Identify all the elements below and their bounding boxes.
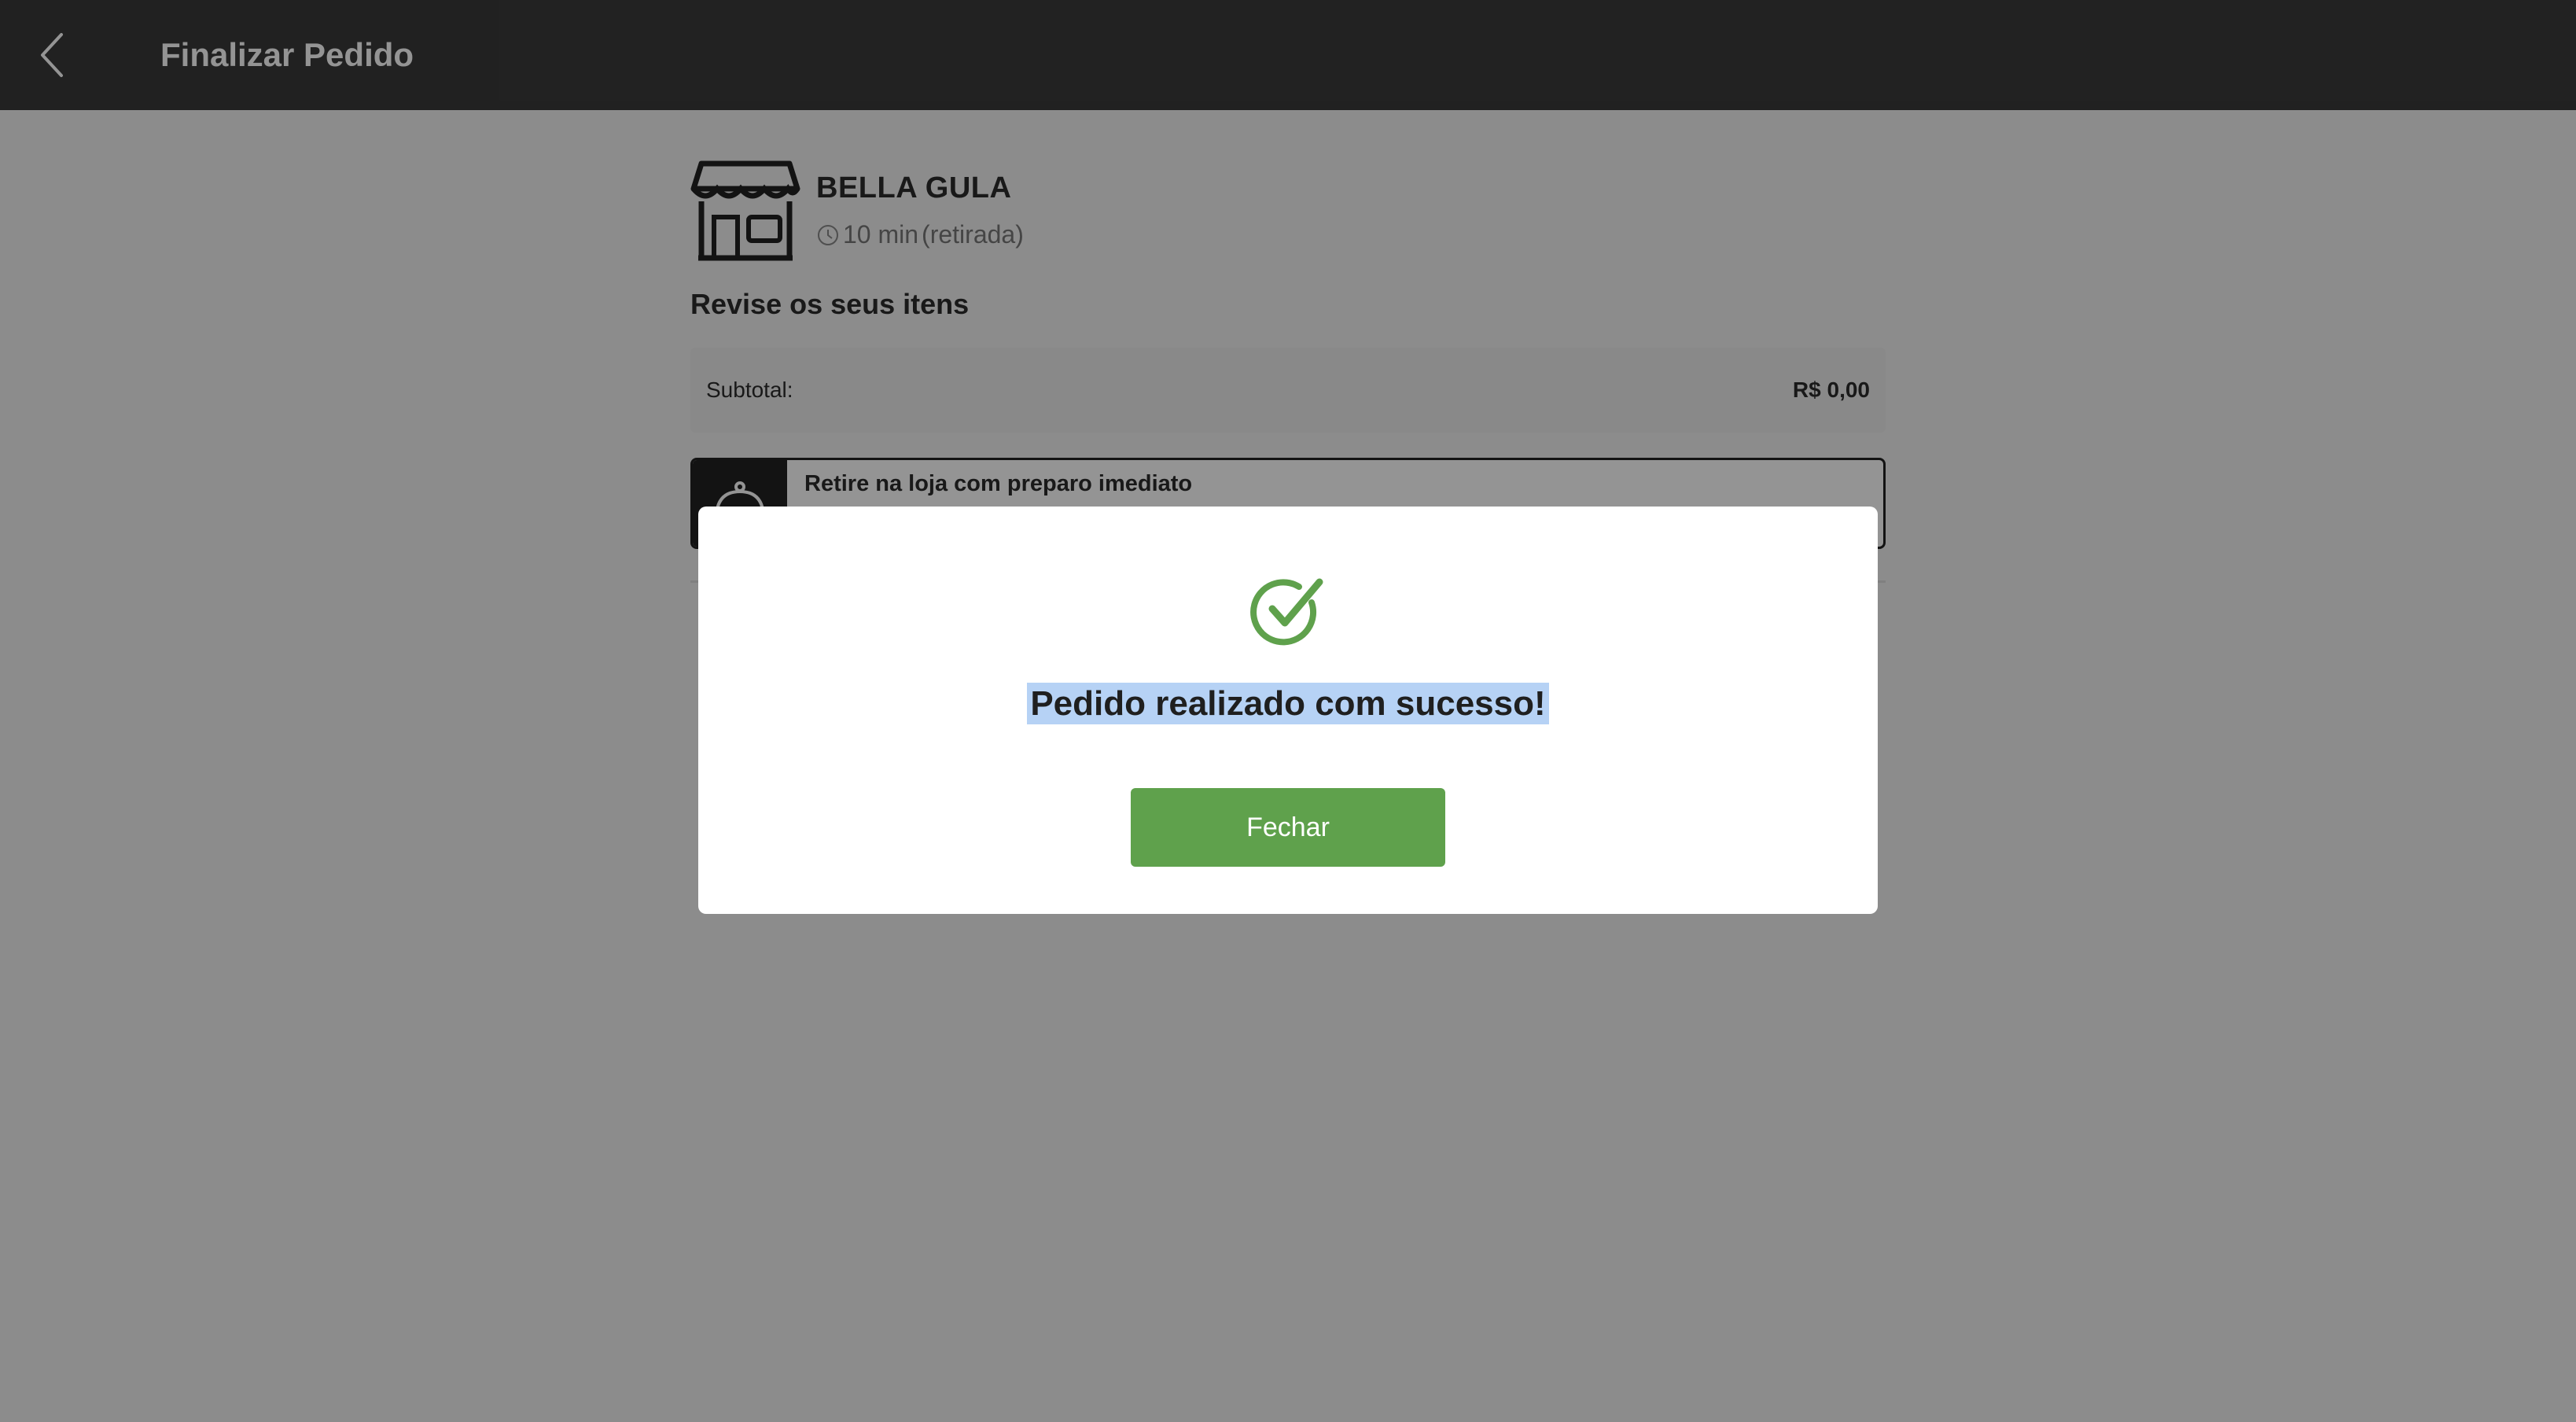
success-dialog: Pedido realizado com sucesso! Fechar xyxy=(698,507,1878,914)
check-circle-icon xyxy=(1250,578,1323,646)
success-message-text: Pedido realizado com sucesso! xyxy=(1027,683,1549,724)
close-button[interactable]: Fechar xyxy=(1131,788,1445,867)
success-message: Pedido realizado com sucesso! xyxy=(698,683,1878,724)
